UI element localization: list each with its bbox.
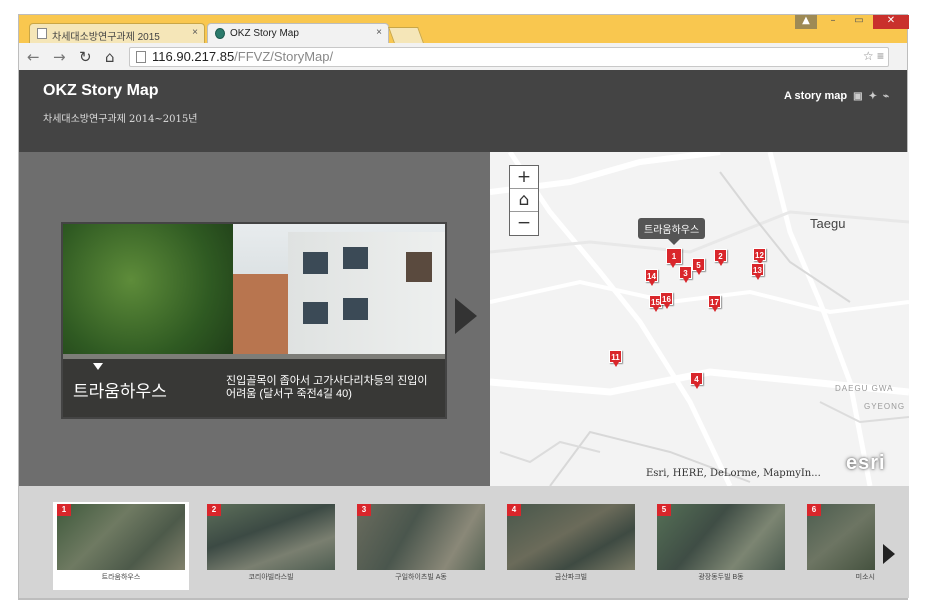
- map-attribution: Esri, HERE, DeLorme, MapmyIn...: [646, 468, 821, 479]
- map-marker-11[interactable]: 11: [609, 350, 622, 367]
- road-label: DAEGU GWA: [835, 384, 894, 393]
- address-path: /FFVZ/StoryMap/: [234, 49, 334, 64]
- twitter-icon[interactable]: ✦: [869, 91, 877, 102]
- thumbnail-number: 4: [507, 504, 521, 516]
- map-marker-5[interactable]: 5: [692, 258, 705, 275]
- map-marker-17[interactable]: 17: [708, 295, 721, 312]
- building-white: [288, 232, 445, 372]
- home-extent-button[interactable]: ⌂: [510, 189, 538, 212]
- thumbnail-number: 5: [657, 504, 671, 516]
- globe-icon: [215, 28, 225, 39]
- address-host: 116.90.217.85: [152, 49, 235, 64]
- map-marker-2[interactable]: 2: [714, 249, 727, 266]
- story-map-link[interactable]: A story map: [784, 90, 847, 102]
- zoom-in-button[interactable]: +: [510, 166, 538, 189]
- place-photo: 트라움하우스 진입골목이 좁아서 고가사다리차등의 진입이 어려움 (달서구 죽…: [61, 222, 447, 419]
- media-panel: 트라움하우스 진입골목이 좁아서 고가사다리차등의 진입이 어려움 (달서구 죽…: [19, 152, 490, 486]
- road-label: GYEONG: [864, 402, 906, 411]
- next-arrow-icon[interactable]: [455, 298, 477, 334]
- tab-strip: 차세대소방연구과제 2015 × OKZ Story Map × ▲ – ▭ ✕: [19, 15, 909, 43]
- carousel-item[interactable]: 5 광장동두빌 B동: [653, 502, 789, 590]
- thumbnail-number: 6: [807, 504, 821, 516]
- bookmark-star-icon[interactable]: ☆ ≡: [863, 49, 884, 63]
- story-map-app: OKZ Story Map 차세대소방연구과제 2014~2015년 A sto…: [18, 70, 909, 598]
- new-tab-button[interactable]: [388, 27, 424, 43]
- facebook-icon[interactable]: ▣: [853, 91, 862, 102]
- map-basemap: [490, 152, 909, 486]
- close-icon[interactable]: ×: [376, 27, 382, 38]
- back-icon[interactable]: ←: [27, 48, 40, 66]
- close-icon[interactable]: ×: [192, 27, 198, 38]
- carousel-item[interactable]: 3 구일하이츠빌 A동: [353, 502, 489, 590]
- forward-icon[interactable]: →: [53, 48, 66, 66]
- trees: [63, 224, 233, 364]
- page-icon: [136, 51, 146, 63]
- link-icon[interactable]: ⌁: [883, 91, 889, 102]
- thumbnail-label: 금산파크빌: [554, 574, 588, 581]
- toolbar: ← → ↻ ⌂ 116.90.217.85/FFVZ/StoryMap/ ☆ ≡: [19, 43, 907, 71]
- thumbnail-image: [207, 504, 335, 570]
- map-marker-12[interactable]: 12: [753, 248, 766, 265]
- thumbnail-carousel: 1 트라움하우스 2 코리아빌라스빌 3 구일하이츠빌 A동 4 금산파크빌 5…: [19, 486, 909, 598]
- thumbnail-image: [507, 504, 635, 570]
- carousel-item[interactable]: 1 트라움하우스: [53, 502, 189, 590]
- thumbnail-image: [657, 504, 785, 570]
- minimize-button[interactable]: –: [821, 15, 845, 29]
- map-marker-14[interactable]: 14: [645, 269, 658, 286]
- place-description: 진입골목이 좁아서 고가사다리차등의 진입이 어려움 (달서구 죽전4길 40): [226, 375, 428, 400]
- thumbnail-label: 코리아빌라스빌: [248, 574, 294, 581]
- map-panel[interactable]: + ⌂ − Taegu 트라움하우스 1 2 3 4 5 11 12 13 14…: [490, 152, 909, 486]
- map-marker-16[interactable]: 16: [660, 292, 673, 309]
- address-bar[interactable]: 116.90.217.85/FFVZ/StoryMap/ ☆ ≡: [129, 47, 889, 67]
- page-icon: [37, 28, 47, 39]
- city-label: Taegu: [810, 216, 846, 231]
- carousel-item[interactable]: 6 미소시: [803, 502, 875, 590]
- thumbnail-image: [57, 504, 185, 570]
- zoom-out-button[interactable]: −: [510, 212, 538, 235]
- caption-bar: 트라움하우스 진입골목이 좁아서 고가사다리차등의 진입이 어려움 (달서구 죽…: [63, 359, 445, 417]
- collapse-icon[interactable]: [93, 363, 103, 370]
- thumbnail-label: 트라움하우스: [101, 574, 141, 581]
- map-marker-1[interactable]: 1: [666, 248, 682, 268]
- map-marker-13[interactable]: 13: [751, 263, 764, 280]
- tab-label: OKZ Story Map: [230, 28, 299, 39]
- tab-story-map[interactable]: OKZ Story Map ×: [207, 23, 389, 43]
- carousel-item[interactable]: 2 코리아빌라스빌: [203, 502, 339, 590]
- zoom-controls: + ⌂ −: [509, 165, 539, 236]
- map-tooltip: 트라움하우스: [638, 218, 706, 245]
- thumbnail-label: 구일하이츠빌 A동: [395, 574, 447, 581]
- app-title: OKZ Story Map: [43, 82, 159, 99]
- map-marker-4[interactable]: 4: [690, 372, 703, 389]
- app-subtitle: 차세대소방연구과제 2014~2015년: [43, 114, 198, 125]
- home-icon[interactable]: ⌂: [105, 48, 115, 66]
- place-name: 트라움하우스: [73, 382, 167, 401]
- header-links: A story map ▣ ✦ ⌁: [784, 90, 889, 102]
- thumbnail-label: 미소시: [855, 574, 875, 581]
- tab-label: 차세대소방연구과제 2015: [52, 32, 160, 43]
- reload-icon[interactable]: ↻: [79, 48, 92, 66]
- map-marker-3[interactable]: 3: [679, 266, 692, 283]
- app-header: OKZ Story Map 차세대소방연구과제 2014~2015년 A sto…: [19, 70, 907, 152]
- thumbnail-image: [357, 504, 485, 570]
- close-window-button[interactable]: ✕: [873, 15, 909, 29]
- carousel-item[interactable]: 4 금산파크빌: [503, 502, 639, 590]
- maximize-button[interactable]: ▭: [847, 15, 871, 29]
- carousel-next-icon[interactable]: [883, 544, 895, 564]
- thumbnail-number: 3: [357, 504, 371, 516]
- thumbnail-number: 1: [57, 504, 71, 516]
- user-icon[interactable]: ▲: [795, 15, 817, 29]
- window-border: [18, 598, 908, 600]
- tab-research[interactable]: 차세대소방연구과제 2015 ×: [29, 23, 205, 43]
- thumbnail-label: 광장동두빌 B동: [698, 574, 744, 581]
- esri-logo: esri: [846, 452, 886, 474]
- thumbnail-number: 2: [207, 504, 221, 516]
- browser-window: 차세대소방연구과제 2015 × OKZ Story Map × ▲ – ▭ ✕…: [18, 14, 909, 71]
